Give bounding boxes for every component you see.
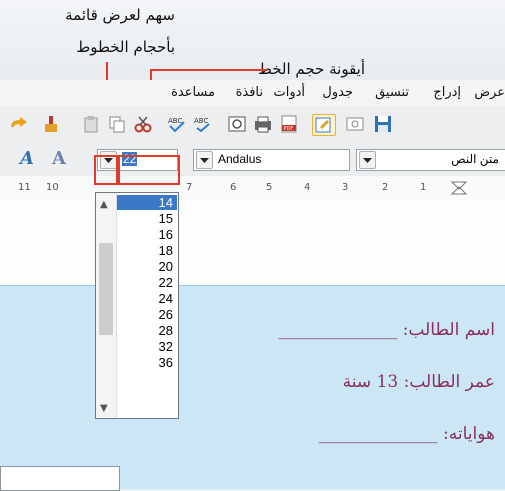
- indent-marker-icon[interactable]: [450, 180, 468, 196]
- ruler-tick: 6: [230, 182, 237, 193]
- font-size-field-highlight: [118, 155, 180, 185]
- scroll-up-icon[interactable]: ▲: [100, 199, 108, 210]
- font-size-list-scrollbar[interactable]: ▲ ▼: [96, 193, 117, 418]
- paste-icon[interactable]: [80, 114, 102, 134]
- font-effect-icon[interactable]: A: [20, 148, 34, 169]
- bottom-field-box: [0, 466, 120, 491]
- font-name-dropdown-arrow[interactable]: [196, 151, 213, 169]
- print-icon[interactable]: [252, 114, 274, 134]
- email-icon[interactable]: [344, 114, 366, 134]
- dropdown-arrow-callout-line2: بأحجام الخطوط: [76, 38, 175, 56]
- ruler-tick: 4: [304, 182, 311, 193]
- font-size-icon-callout: أيقونة حجم الخط: [257, 60, 365, 78]
- cut-icon[interactable]: [132, 114, 154, 134]
- font-name-value[interactable]: Andalus: [218, 152, 261, 166]
- font-size-option[interactable]: 26: [117, 307, 177, 322]
- font-shadow-icon[interactable]: A: [52, 148, 66, 169]
- copy-icon[interactable]: [106, 114, 128, 134]
- svg-text:ABC: ABC: [194, 117, 208, 125]
- icon-callout-leader-horizontal: [150, 69, 268, 71]
- paragraph-style-dropdown-arrow[interactable]: [359, 151, 376, 169]
- font-name-combo[interactable]: Andalus: [193, 149, 350, 171]
- font-size-option[interactable]: 36: [117, 355, 177, 370]
- dropdown-arrow-highlight: [94, 155, 118, 185]
- dropdown-arrow-callout-line1: سهم لعرض قائمة: [65, 6, 175, 24]
- ruler-tick: 10: [46, 182, 59, 193]
- font-size-option[interactable]: 32: [117, 339, 177, 354]
- menu-format[interactable]: تنسيق: [375, 85, 409, 100]
- ruler-tick: 7: [186, 182, 193, 193]
- menu-table[interactable]: جدول: [322, 85, 353, 100]
- font-size-option[interactable]: 14: [117, 195, 177, 210]
- word-processor-window: عرض إدراج تنسيق جدول أدوات نافذة مساعدة …: [0, 80, 505, 491]
- svg-text:ABC: ABC: [168, 117, 182, 125]
- export-pdf-icon[interactable]: PDF: [278, 114, 300, 134]
- font-size-option[interactable]: 28: [117, 323, 177, 338]
- ruler-tick: 3: [342, 182, 349, 193]
- spellcheck-icon[interactable]: ABC: [192, 114, 214, 134]
- save-icon[interactable]: [372, 114, 394, 134]
- menu-bar: عرض إدراج تنسيق جدول أدوات نافذة مساعدة: [0, 80, 505, 106]
- font-size-option[interactable]: 24: [117, 291, 177, 306]
- spellcheck-auto-icon[interactable]: ABC: [166, 114, 188, 134]
- menu-help[interactable]: مساعدة: [171, 85, 215, 100]
- svg-text:PDF: PDF: [284, 126, 294, 132]
- menu-insert[interactable]: إدراج: [433, 85, 461, 100]
- student-hobbies-line: هواياته: ______________: [318, 424, 495, 444]
- document-page-top: [0, 200, 505, 285]
- menu-window[interactable]: نافذة: [236, 85, 263, 100]
- menu-view[interactable]: عرض: [474, 85, 505, 100]
- menu-tools[interactable]: أدوات: [273, 85, 305, 100]
- student-age-line: عمر الطالب: 13 سنة: [342, 372, 495, 392]
- paragraph-style-combo[interactable]: متن النص: [356, 149, 505, 171]
- ruler-tick: 5: [266, 182, 273, 193]
- document-text-area[interactable]: اسم الطالب: ______________ عمر الطالب: 1…: [0, 285, 505, 491]
- horizontal-ruler[interactable]: 11 10 7 6 5 4 3 2 1: [0, 176, 505, 201]
- edit-mode-icon[interactable]: [312, 114, 336, 136]
- student-name-line: اسم الطالب: ______________: [278, 320, 495, 340]
- font-size-option[interactable]: 16: [117, 227, 177, 242]
- ruler-tick: 11: [18, 182, 31, 193]
- redo-icon[interactable]: [8, 114, 30, 134]
- font-size-option[interactable]: 20: [117, 259, 177, 274]
- formatting-toolbar: A A 22 Andalus متن النص: [0, 142, 505, 176]
- scrollbar-thumb[interactable]: [99, 243, 113, 335]
- standard-toolbar: ABC ABC PDF: [0, 106, 505, 143]
- font-size-option[interactable]: 22: [117, 275, 177, 290]
- ruler-tick: 1: [420, 182, 427, 193]
- font-size-list[interactable]: ▲ ▼ 14 15 16 18 20 22 24 26 28 32 36: [95, 192, 179, 419]
- scroll-down-icon[interactable]: ▼: [100, 403, 108, 414]
- clone-formatting-icon[interactable]: [40, 114, 62, 134]
- paragraph-style-value[interactable]: متن النص: [451, 152, 499, 166]
- ruler-tick: 2: [382, 182, 389, 193]
- font-size-option[interactable]: 18: [117, 243, 177, 258]
- print-preview-icon[interactable]: [226, 114, 248, 134]
- font-size-option[interactable]: 15: [117, 211, 177, 226]
